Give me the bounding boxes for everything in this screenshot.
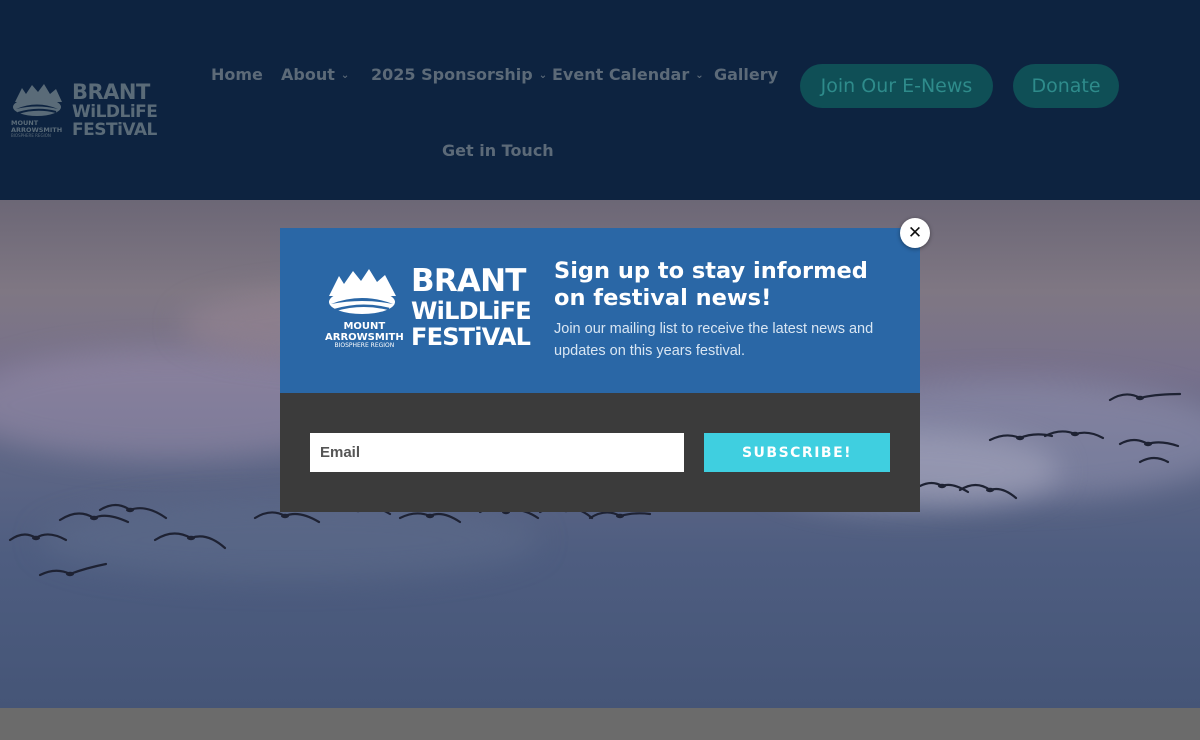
site-header: BRANT WiLDLiFE FESTiVAL MOUNT ARROWSMITH… (0, 0, 1200, 200)
nav-get-in-touch-label: Get in Touch (442, 141, 554, 160)
chevron-down-icon: ⌄ (538, 70, 548, 81)
brand-line-2: WiLDLiFE (72, 102, 158, 122)
nav-gallery[interactable]: Gallery (714, 65, 778, 84)
nav-sponsorship-label: 2025 Sponsorship (371, 65, 533, 84)
nav-event-calendar-label: Event Calendar (552, 65, 690, 84)
brand-line-3: FESTiVAL (72, 120, 157, 140)
org-line-2: ARROWSMITH (325, 331, 404, 343)
nav-home[interactable]: Home (211, 65, 263, 84)
nav-about[interactable]: About ⌄ (281, 65, 349, 84)
donate-button[interactable]: Donate (1013, 64, 1119, 108)
close-popup-button[interactable]: ✕ (900, 218, 930, 248)
brand-line-2: WiLDLiFE (411, 297, 532, 325)
brand-line-3: FESTiVAL (411, 323, 531, 351)
popup-description: Join our mailing list to receive the lat… (554, 321, 874, 359)
brand-line-1: BRANT (72, 80, 150, 104)
newsletter-popup: BRANT WiLDLiFE FESTiVAL MOUNT ARROWSMITH… (280, 228, 920, 512)
biosphere-mountain-icon (329, 269, 396, 314)
nav-home-label: Home (211, 65, 263, 84)
org-wordmark: MOUNT ARROWSMITH BIOSPHERE REGION (11, 120, 62, 138)
org-line-1: MOUNT (343, 321, 386, 332)
site-logo[interactable]: BRANT WiLDLiFE FESTiVAL MOUNT ARROWSMITH… (10, 80, 158, 142)
popup-header: BRANT WiLDLiFE FESTiVAL MOUNT ARROWSMITH… (280, 228, 920, 393)
chevron-down-icon: ⌄ (695, 70, 704, 81)
join-enews-button[interactable]: Join Our E-News (800, 64, 993, 108)
nav-sponsorship[interactable]: 2025 Sponsorship ⌄ (371, 65, 547, 84)
close-icon: ✕ (907, 223, 923, 243)
popup-org-wordmark: MOUNT ARROWSMITH BIOSPHERE REGION (325, 321, 404, 349)
footer-band (0, 708, 1200, 740)
nav-gallery-label: Gallery (714, 65, 779, 84)
brand-line-1: BRANT (411, 263, 526, 299)
nav-about-label: About (281, 65, 335, 84)
chevron-down-icon: ⌄ (340, 70, 350, 81)
subscribe-button[interactable]: SUBSCRIBE! (704, 433, 890, 472)
popup-brand-wordmark: BRANT WiLDLiFE FESTiVAL (411, 263, 532, 351)
org-line-3: BIOSPHERE REGION (11, 132, 51, 138)
org-line-3: BIOSPHERE REGION (334, 342, 395, 349)
nav-event-calendar[interactable]: Event Calendar ⌄ (552, 65, 704, 84)
brand-wordmark: BRANT WiLDLiFE FESTiVAL (72, 80, 158, 140)
nav-get-in-touch[interactable]: Get in Touch (442, 141, 554, 160)
email-input[interactable] (310, 433, 684, 472)
popup-logo: BRANT WiLDLiFE FESTiVAL MOUNT ARROWSMITH… (325, 266, 532, 354)
popup-title: Sign up to stay informed on festival new… (554, 258, 868, 311)
